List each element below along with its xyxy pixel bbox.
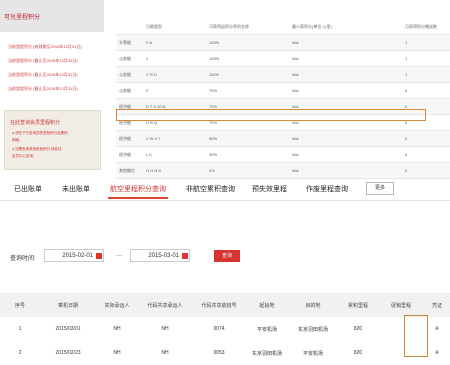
voucher-column-outline: [404, 315, 428, 357]
active-tab-underline: [108, 197, 168, 199]
query-button[interactable]: 查询: [214, 250, 240, 262]
info-box-title: 在此查询会员里程积分: [10, 120, 61, 126]
table-row: 2 2015/02/23 NH NH 0053 东京羽田机场 平安机场 820 ※: [0, 341, 450, 365]
upper-panel: 可兑里程积分 当前里程积分 (有效期至2016年12月31日) 当前里程积分 (…: [0, 0, 450, 179]
fare-class-table: 日期类型 可获得返积分率的名称 最小获积分(单位:公里) 可获得积分赠送数 头等…: [116, 19, 450, 179]
left-panel-title: 可兑里程积分: [0, 0, 104, 32]
highlighted-row-outline: [116, 109, 426, 121]
mileage-results-table: 序号 乘机日期 实际承运人 代码共享承运人 代码共享航班号 起始地 目的地 累积…: [0, 293, 450, 365]
more-button[interactable]: 更多: [366, 182, 394, 195]
tab-non-flight[interactable]: 非航空累积查询: [186, 184, 235, 194]
table-header-row: 序号 乘机日期 实际承运人 代码共享承运人 代码共享航班号 起始地 目的地 累积…: [0, 293, 450, 317]
query-time-label: 查询时间:: [10, 256, 36, 262]
info-box: 在此查询会员里程积分 ● 请在下方查询您的里程积分及累积 明细。 ● 如需查询其…: [4, 110, 101, 170]
table-header-row: 日期类型 可获得返积分率的名称 最小获积分(单位:公里) 可获得积分赠送数: [116, 19, 450, 35]
end-date-input[interactable]: 2015-03-01: [130, 249, 190, 262]
mileage-link[interactable]: 当前里程积分 (截止至2016年12月31日): [8, 58, 78, 64]
table-row: 经济舱 V W X T 50% N/A 0: [116, 130, 450, 147]
mileage-link[interactable]: 当前里程积分 (有效期至2016年12月31日): [8, 44, 82, 50]
mileage-link[interactable]: 当前里程积分 (截止至2016年12月31日): [8, 72, 78, 78]
left-panel-links: 当前里程积分 (有效期至2016年12月31日) 当前里程积分 (截止至2016…: [0, 34, 104, 104]
tab-expiring[interactable]: 预失效里程: [252, 184, 287, 194]
table-row: 头等舱 F A 120% N/A 1: [116, 34, 450, 51]
table-row: 公务舱 F 70% N/A 0: [116, 82, 450, 99]
info-line: 会员中心查询。: [12, 154, 37, 158]
table-row: 公务舱 J 120% N/A 1: [116, 50, 450, 67]
info-line: ● 如需查询其他航段积分,请前往: [12, 147, 62, 151]
table-row: 1 2015/03/01 NH NH 0074 平安机场 东京羽田机场 820 ※: [0, 317, 450, 341]
tab-bar: 已出账单 未出账单 航空里程积分查询 非航空累积查询 预失效里程 作废里程查询 …: [0, 178, 450, 201]
calendar-icon[interactable]: [182, 253, 188, 259]
tab-void[interactable]: 作废里程查询: [306, 184, 348, 194]
info-line: 明细。: [12, 138, 23, 142]
table-row: 其他舱位 G H N S 0% N/A 0: [116, 162, 450, 179]
tab-billed[interactable]: 已出账单: [14, 184, 42, 194]
tab-unbilled[interactable]: 未出账单: [62, 184, 90, 194]
mileage-link[interactable]: 当前里程积分 (截止至2016年12月31日): [8, 86, 78, 92]
table-row: 经济舱 L K 30% N/A 0: [116, 146, 450, 163]
start-date-input[interactable]: 2015-02-01: [44, 249, 104, 262]
tab-flight-mileage[interactable]: 航空里程积分查询: [110, 184, 166, 194]
date-separator: —: [116, 253, 122, 259]
calendar-icon[interactable]: [96, 253, 102, 259]
info-line: ● 请在下方查询您的里程积分及累积: [12, 131, 68, 135]
table-row: 公务舱 C R D 110% N/A 1: [116, 66, 450, 83]
